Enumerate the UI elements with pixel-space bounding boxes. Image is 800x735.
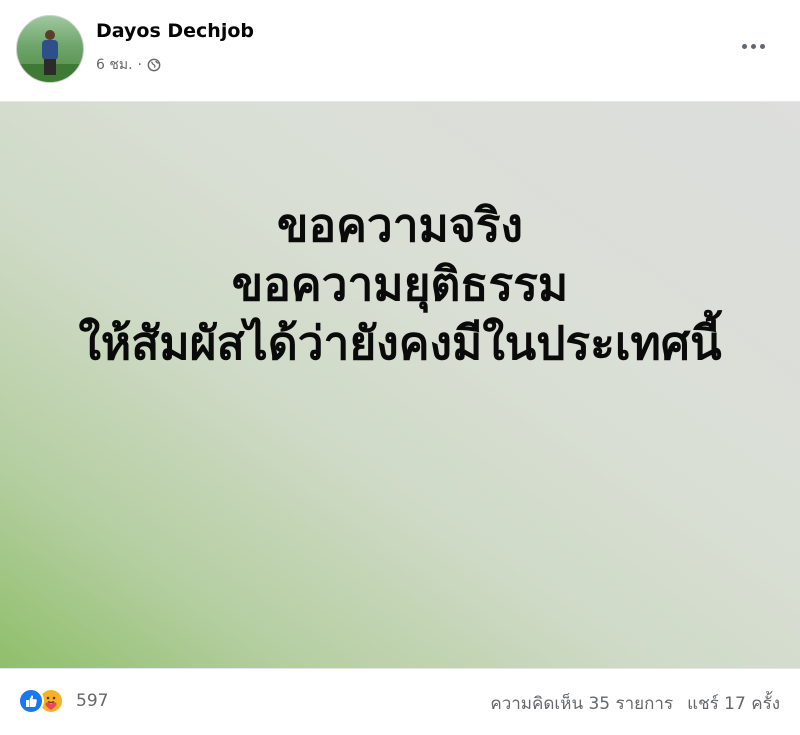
comments-count-link[interactable]: ความคิดเห็น 35 รายการ: [490, 690, 673, 717]
more-dot: [741, 43, 747, 49]
post-text-line: ให้สัมผัสได้ว่ายังคงมีในประเทศนี้: [78, 316, 722, 370]
avatar-figure-legs: [44, 59, 56, 75]
post-text-image[interactable]: [0, 101, 800, 669]
author-avatar[interactable]: [16, 15, 84, 83]
globe-icon: [147, 58, 161, 72]
post-text-line: ขอความยุติธรรม: [231, 257, 569, 311]
shares-count-link[interactable]: แชร์ 17 ครั้ง: [687, 690, 780, 717]
meta-separator: ·: [137, 57, 142, 73]
avatar-figure-body: [42, 40, 58, 60]
author-name[interactable]: Dayos Dechjob: [96, 20, 254, 42]
avatar-figure-head: [45, 30, 55, 40]
post-header: Dayos Dechjob 6 ชม. ·: [0, 0, 800, 101]
more-options-icon[interactable]: [735, 34, 771, 58]
reactions-summary[interactable]: 597: [18, 688, 108, 714]
more-dot: [759, 43, 765, 49]
post-time[interactable]: 6 ชม.: [96, 54, 133, 76]
post-text-line: ขอความจริง: [277, 198, 523, 252]
more-dot: [750, 43, 756, 49]
engagement-stats: ความคิดเห็น 35 รายการ แชร์ 17 ครั้ง: [490, 690, 780, 717]
reaction-count: 597: [76, 691, 109, 711]
post-text: ขอความจริง ขอความยุติธรรม ให้สัมผัสได้ว่…: [0, 196, 800, 373]
post-meta: 6 ชม. ·: [96, 54, 161, 76]
post-footer: 597 ความคิดเห็น 35 รายการ แชร์ 17 ครั้ง: [0, 668, 800, 735]
like-icon: [18, 688, 44, 714]
